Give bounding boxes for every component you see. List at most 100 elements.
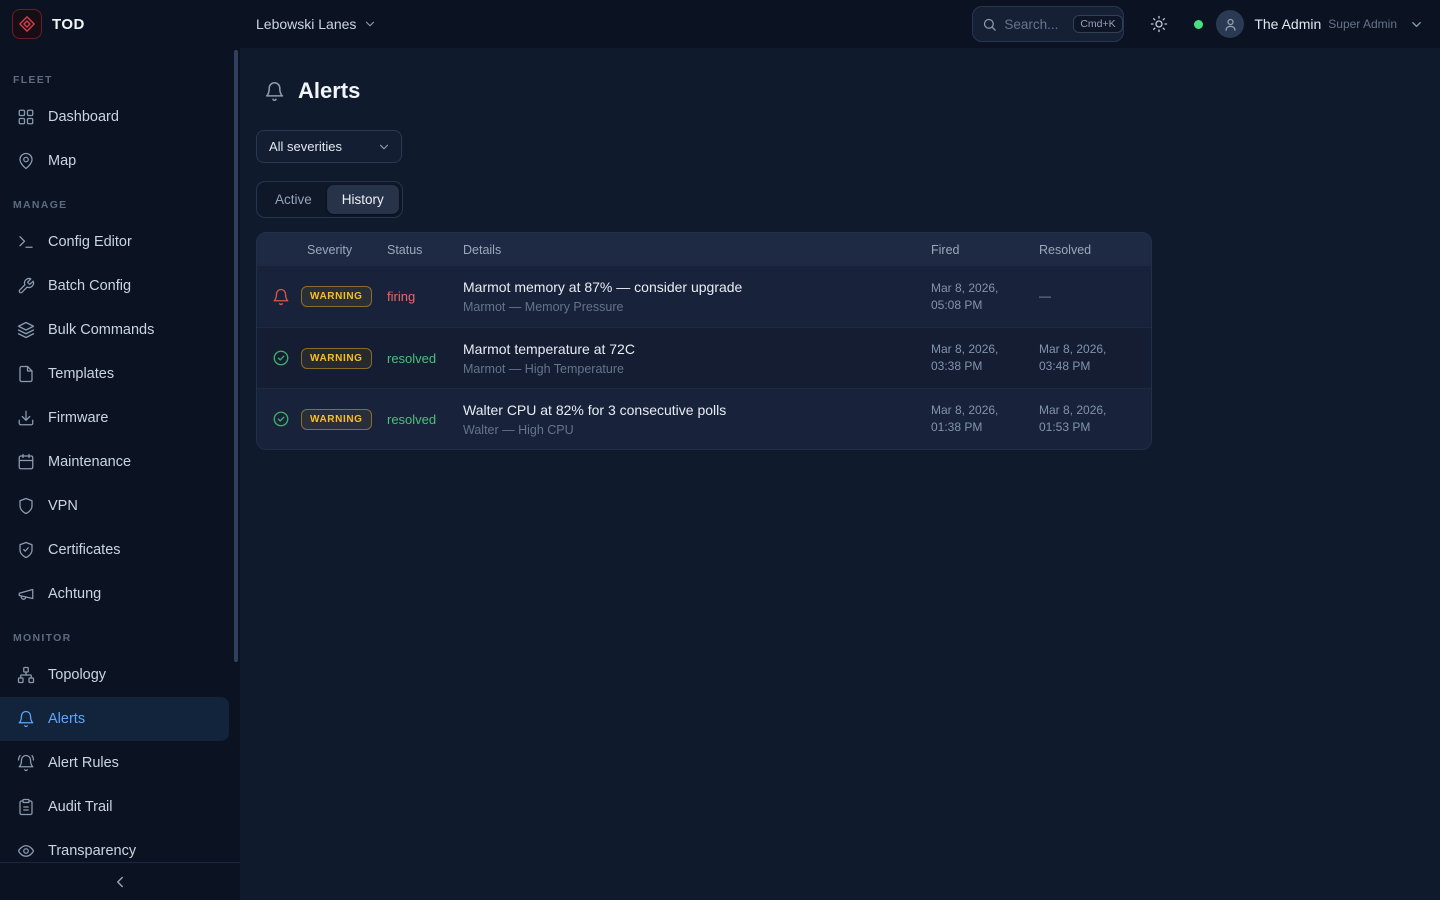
shield-icon — [17, 497, 35, 515]
user-role-badge: Super Admin — [1328, 17, 1397, 31]
resolved-cell: — — [1033, 288, 1151, 305]
severity-filter-select[interactable]: All severities — [256, 130, 402, 163]
severity-cell: WARNING — [301, 348, 381, 369]
page-title: Alerts — [298, 78, 360, 104]
search-box[interactable]: Cmd+K — [972, 6, 1124, 42]
sidebar-item-label: Transparency — [48, 843, 136, 859]
megaphone-icon — [17, 585, 35, 603]
sidebar-item-firmware[interactable]: Firmware — [0, 396, 240, 440]
sidebar-item-label: Batch Config — [48, 278, 131, 294]
search-shortcut-badge: Cmd+K — [1073, 15, 1122, 33]
grid-icon — [17, 108, 35, 126]
fired-cell: Mar 8, 2026, 01:38 PM — [925, 402, 1033, 436]
sidebar-collapse-button[interactable] — [0, 862, 240, 900]
sidebar-item-dashboard[interactable]: Dashboard — [0, 95, 240, 139]
theme-toggle-sun-icon[interactable] — [1150, 15, 1168, 33]
chevron-down-icon — [377, 140, 391, 154]
table-row[interactable]: WARNING resolved Marmot temperature at 7… — [257, 327, 1151, 388]
avatar[interactable] — [1216, 10, 1244, 38]
network-icon — [17, 666, 35, 684]
status-cell: resolved — [381, 351, 457, 366]
sidebar-item-label: Achtung — [48, 586, 101, 602]
calendar-icon — [17, 453, 35, 471]
bell-ring-icon — [17, 754, 35, 772]
sidebar-item-audit-trail[interactable]: Audit Trail — [0, 785, 240, 829]
sidebar-item-batch-config[interactable]: Batch Config — [0, 264, 240, 308]
severity-badge: WARNING — [301, 348, 372, 369]
tab-active[interactable]: Active — [260, 185, 327, 214]
file-icon — [17, 365, 35, 383]
status-cell: firing — [381, 289, 457, 304]
col-status: Status — [381, 243, 457, 257]
sidebar-scrollbar[interactable] — [234, 50, 238, 662]
sidebar-item-alerts[interactable]: Alerts — [0, 697, 229, 741]
user-name: The Admin — [1254, 16, 1321, 32]
details-cell: Marmot memory at 87% — consider upgrade … — [457, 279, 925, 314]
col-resolved: Resolved — [1033, 243, 1151, 257]
sidebar-item-achtung[interactable]: Achtung — [0, 572, 240, 616]
online-status-dot — [1194, 20, 1203, 29]
check-circle-icon — [257, 349, 301, 367]
topbar: TOD Lebowski Lanes Cmd+K The Admin Super… — [0, 0, 1440, 48]
alerts-tabs: Active History — [256, 181, 403, 218]
sidebar-nav: FLEET Dashboard Map MANAGE Config Editor… — [0, 48, 240, 862]
brand-logo-icon — [12, 9, 42, 39]
fired-cell: Mar 8, 2026, 03:38 PM — [925, 341, 1033, 375]
table-header: Severity Status Details Fired Resolved — [257, 233, 1151, 266]
sidebar-item-label: Dashboard — [48, 109, 119, 125]
search-input[interactable] — [1004, 17, 1066, 32]
alert-subtitle: Marmot — Memory Pressure — [463, 300, 913, 314]
resolved-cell: Mar 8, 2026, 03:48 PM — [1033, 341, 1151, 375]
fired-cell: Mar 8, 2026, 05:08 PM — [925, 280, 1033, 314]
sidebar-item-maintenance[interactable]: Maintenance — [0, 440, 240, 484]
sidebar-item-label: Firmware — [48, 410, 108, 426]
sidebar-item-label: Audit Trail — [48, 799, 112, 815]
alert-title: Walter CPU at 82% for 3 consecutive poll… — [463, 402, 913, 418]
alerts-table: Severity Status Details Fired Resolved W… — [256, 232, 1152, 450]
table-row[interactable]: WARNING firing Marmot memory at 87% — co… — [257, 266, 1151, 327]
sidebar-item-label: Maintenance — [48, 454, 131, 470]
severity-badge: WARNING — [301, 409, 372, 430]
sidebar-item-vpn[interactable]: VPN — [0, 484, 240, 528]
sidebar-item-label: Alerts — [48, 711, 85, 727]
status-cell: resolved — [381, 412, 457, 427]
details-cell: Walter CPU at 82% for 3 consecutive poll… — [457, 402, 925, 437]
sidebar-item-alert-rules[interactable]: Alert Rules — [0, 741, 240, 785]
details-cell: Marmot temperature at 72C Marmot — High … — [457, 341, 925, 376]
chevron-down-icon — [363, 17, 377, 31]
tab-history[interactable]: History — [327, 185, 399, 214]
clipboard-list-icon — [17, 798, 35, 816]
sidebar-item-certificates[interactable]: Certificates — [0, 528, 240, 572]
page-header: Alerts — [264, 78, 1440, 104]
bell-icon — [17, 710, 35, 728]
sidebar-item-map[interactable]: Map — [0, 139, 240, 183]
terminal-icon — [17, 233, 35, 251]
sidebar-item-topology[interactable]: Topology — [0, 653, 240, 697]
wrench-icon — [17, 277, 35, 295]
resolved-cell: Mar 8, 2026, 01:53 PM — [1033, 402, 1151, 436]
chevron-left-icon — [111, 873, 129, 891]
sidebar-item-label: VPN — [48, 498, 78, 514]
sidebar-section-fleet: FLEET — [0, 58, 240, 95]
bell-icon — [264, 81, 285, 102]
alert-title: Marmot memory at 87% — consider upgrade — [463, 279, 913, 295]
sidebar-item-templates[interactable]: Templates — [0, 352, 240, 396]
layers-icon — [17, 321, 35, 339]
filters: All severities — [256, 130, 1440, 163]
search-icon — [982, 17, 997, 32]
download-icon — [17, 409, 35, 427]
topbar-right: Cmd+K The Admin Super Admin — [972, 6, 1440, 42]
sidebar-section-monitor: MONITOR — [0, 616, 240, 653]
alert-subtitle: Walter — High CPU — [463, 423, 913, 437]
sidebar-item-bulk-commands[interactable]: Bulk Commands — [0, 308, 240, 352]
sidebar-item-label: Bulk Commands — [48, 322, 154, 338]
sidebar-item-config-editor[interactable]: Config Editor — [0, 220, 240, 264]
table-row[interactable]: WARNING resolved Walter CPU at 82% for 3… — [257, 388, 1151, 449]
user-menu-chevron-down-icon[interactable] — [1409, 17, 1424, 32]
bell-alert-icon — [257, 288, 301, 306]
sidebar-item-transparency[interactable]: Transparency — [0, 829, 240, 862]
severity-cell: WARNING — [301, 409, 381, 430]
sidebar: FLEET Dashboard Map MANAGE Config Editor… — [0, 48, 240, 900]
org-selector[interactable]: Lebowski Lanes — [256, 16, 377, 32]
shield-check-icon — [17, 541, 35, 559]
